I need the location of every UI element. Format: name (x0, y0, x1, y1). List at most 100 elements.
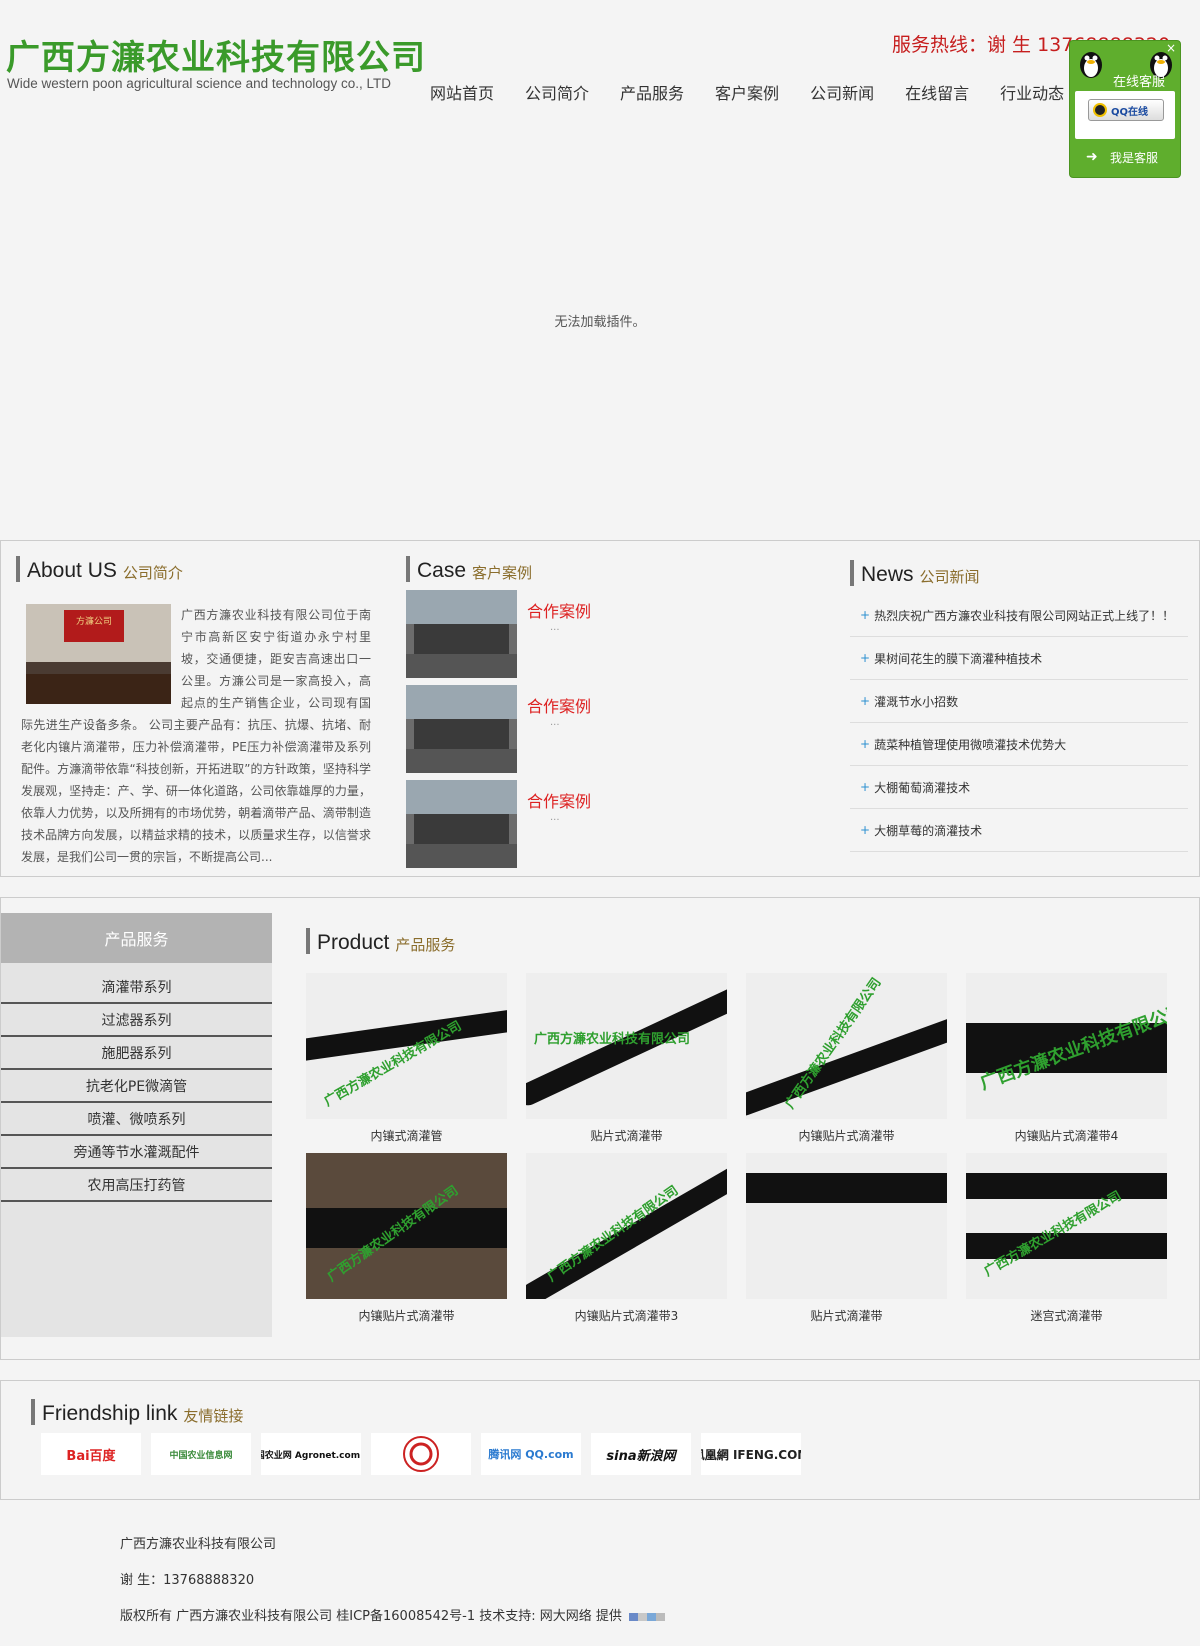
case-item-title[interactable]: 合作案例 (527, 693, 591, 717)
case-item-title[interactable]: 合作案例 (527, 788, 591, 812)
link-sina[interactable]: sina新浪网 (591, 1433, 691, 1475)
qq-online-label: QQ在线 (1111, 106, 1149, 118)
case-photo[interactable] (406, 780, 517, 868)
news-item-title[interactable]: 果树间花生的膜下滴灌种植技术 (874, 650, 1042, 667)
nav-products[interactable]: 产品服务 (620, 80, 684, 104)
product-image[interactable]: 广西方濂农业科技有限公司 (746, 973, 947, 1119)
news-item[interactable]: + 灌溉节水小招数 (850, 680, 1188, 723)
nav-home[interactable]: 网站首页 (430, 80, 494, 104)
case-photo[interactable] (406, 590, 517, 678)
case-item[interactable]: 合作案例 ... (406, 590, 776, 678)
nav-cases[interactable]: 客户案例 (715, 80, 779, 104)
product-image[interactable]: 广西方濂农业科技有限公司 (526, 973, 727, 1119)
sidebar-heading: 产品服务 (1, 913, 272, 963)
case-item-desc: ... (550, 812, 560, 823)
case-item[interactable]: 合作案例 ... (406, 780, 776, 868)
company-plaque: 方濂公司 (64, 610, 124, 642)
about-title-en: About US (27, 559, 117, 582)
product-card[interactable]: 广西方濂农业科技有限公司 内镶贴片式滴灌带 (306, 1153, 507, 1323)
sidebar-item-fertilizer[interactable]: 施肥器系列 (1, 1037, 272, 1070)
news-item[interactable]: + 果树间花生的膜下滴灌种植技术 (850, 637, 1188, 680)
case-item[interactable]: 合作案例 ... (406, 685, 776, 773)
link-agri-info[interactable]: 中国农业信息网 (151, 1433, 251, 1475)
product-name[interactable]: 贴片式滴灌带 (526, 1127, 727, 1144)
about-column: About US 公司简介 广西方濂农业科技有限公司位于南宁市高新区安宁街道办永… (16, 556, 376, 864)
product-title: Product 产品服务 (306, 928, 1186, 954)
case-photo[interactable] (406, 685, 517, 773)
nav-industry[interactable]: 行业动态 (1000, 80, 1064, 104)
product-card[interactable]: 广西方濂农业科技有限公司 内镶贴片式滴灌带 (746, 973, 947, 1143)
product-card[interactable]: 广西方濂农业科技有限公司 内镶式滴灌管 (306, 973, 507, 1143)
sidebar-item-pe-tube[interactable]: 抗老化PE微滴管 (1, 1070, 272, 1103)
logo-chinese[interactable]: 广西方濂农业科技有限公司 (6, 30, 426, 79)
info-section: About US 公司简介 广西方濂农业科技有限公司位于南宁市高新区安宁街道办永… (0, 540, 1200, 877)
product-name[interactable]: 迷宫式滴灌带 (966, 1307, 1167, 1324)
plus-icon: + (860, 823, 871, 837)
nav-news[interactable]: 公司新闻 (810, 80, 874, 104)
plus-icon: + (860, 737, 871, 751)
sidebar-item-spray-hose[interactable]: 农用高压打药管 (1, 1169, 272, 1202)
product-card[interactable]: 广西方濂农业科技有限公司 内镶贴片式滴灌带3 (526, 1153, 727, 1323)
emblem-icon (403, 1436, 439, 1472)
product-name[interactable]: 内镶贴片式滴灌带3 (526, 1307, 727, 1324)
sidebar-item-drip-tape[interactable]: 滴灌带系列 (1, 971, 272, 1004)
sidebar-item-sprinkler[interactable]: 喷灌、微喷系列 (1, 1103, 272, 1136)
product-name[interactable]: 内镶贴片式滴灌带 (746, 1127, 947, 1144)
product-card[interactable]: 广西方濂农业科技有限公司 贴片式滴灌带 (526, 973, 727, 1143)
links-title: Friendship link 友情链接 (31, 1399, 243, 1425)
case-column: Case 客户案例 合作案例 ... 合作案例 ... 合作案例 ... (406, 556, 776, 868)
link-agronet[interactable]: 中国农业网 Agronet.com.cn (261, 1433, 361, 1475)
product-image[interactable]: 广西方濂农业科技有限公司 (306, 1153, 507, 1299)
product-image[interactable]: 广西方濂农业科技有限公司 (966, 1153, 1167, 1299)
qq-online-button[interactable]: QQ在线 (1088, 99, 1164, 121)
footer-copyright-wrap: 版权所有 广西方濂农业科技有限公司 桂ICP备16008542号-1 技术支持:… (120, 1607, 1020, 1643)
link-ifeng[interactable]: 凤凰網 IFENG.COM (701, 1433, 801, 1475)
footer-company: 广西方濂农业科技有限公司 (120, 1537, 277, 1552)
plus-icon: + (860, 608, 871, 622)
product-title-en: Product (317, 931, 390, 954)
news-item-title[interactable]: 蔬菜种植管理使用微喷灌技术优势大 (874, 736, 1066, 753)
case-title-en: Case (417, 559, 467, 582)
product-name[interactable]: 内镶贴片式滴灌带4 (966, 1127, 1167, 1144)
news-item-title[interactable]: 大棚葡萄滴灌技术 (874, 779, 970, 796)
about-title-cn: 公司简介 (122, 564, 183, 582)
link-qq[interactable]: 腾讯网 QQ.com (481, 1433, 581, 1475)
logo-english: Wide western poon agricultural science a… (7, 76, 391, 91)
product-name[interactable]: 内镶贴片式滴灌带 (306, 1307, 507, 1324)
link-baidu[interactable]: Bai百度 (41, 1433, 141, 1475)
product-name[interactable]: 贴片式滴灌带 (746, 1307, 947, 1324)
product-name[interactable]: 内镶式滴灌管 (306, 1127, 507, 1144)
stats-badge-icon[interactable] (629, 1612, 666, 1621)
product-card[interactable]: 广西方濂农业科技有限公司 内镶贴片式滴灌带4 (966, 973, 1167, 1143)
friendship-links-section: Friendship link 友情链接 Bai百度 中国农业信息网 中国农业网… (0, 1380, 1200, 1500)
product-image[interactable] (746, 1153, 947, 1299)
case-item-title[interactable]: 合作案例 (527, 598, 591, 622)
product-column: Product 产品服务 广西方濂农业科技有限公司 内镶式滴灌管 广西方濂农业科… (306, 928, 1186, 1323)
product-card[interactable]: 广西方濂农业科技有限公司 迷宫式滴灌带 (966, 1153, 1167, 1323)
main-nav: 网站首页 公司简介 产品服务 客户案例 公司新闻 在线留言 行业动态 (430, 80, 1095, 104)
nav-message[interactable]: 在线留言 (905, 80, 969, 104)
links-title-en: Friendship link (42, 1402, 178, 1425)
product-card[interactable]: 贴片式滴灌带 (746, 1153, 947, 1323)
news-item[interactable]: + 大棚草莓的滴灌技术 (850, 809, 1188, 852)
news-item-title[interactable]: 灌溉节水小招数 (874, 693, 958, 710)
sidebar-item-fittings[interactable]: 旁通等节水灌溉配件 (1, 1136, 272, 1169)
sidebar-item-filter[interactable]: 过滤器系列 (1, 1004, 272, 1037)
product-image[interactable]: 广西方濂农业科技有限公司 (526, 1153, 727, 1299)
product-sidebar: 产品服务 滴灌带系列 过滤器系列 施肥器系列 抗老化PE微滴管 喷灌、微喷系列 … (1, 913, 272, 1337)
news-item[interactable]: + 热烈庆祝广西方濂农业科技有限公司网站正式上线了！！ (850, 594, 1188, 637)
news-item[interactable]: + 大棚葡萄滴灌技术 (850, 766, 1188, 809)
product-image[interactable]: 广西方濂农业科技有限公司 (966, 973, 1167, 1119)
about-office-photo[interactable]: 方濂公司 (26, 604, 171, 704)
news-column: News 公司新闻 + 热烈庆祝广西方濂农业科技有限公司网站正式上线了！！ + 果树… (850, 556, 1188, 852)
news-item-title[interactable]: 热烈庆祝广西方濂农业科技有限公司网站正式上线了！！ (874, 607, 1174, 624)
product-image[interactable]: 广西方濂农业科技有限公司 (306, 973, 507, 1119)
product-title-cn: 产品服务 (395, 936, 456, 954)
link-emblem[interactable] (371, 1433, 471, 1475)
news-item-title[interactable]: 大棚草莓的滴灌技术 (874, 822, 982, 839)
service-title: 在线客服 (1113, 75, 1166, 90)
nav-about[interactable]: 公司简介 (525, 80, 589, 104)
news-title-cn: 公司新闻 (919, 568, 980, 586)
footer-contact: 谢 生：13768888320 (120, 1573, 255, 1588)
news-item[interactable]: + 蔬菜种植管理使用微喷灌技术优势大 (850, 723, 1188, 766)
